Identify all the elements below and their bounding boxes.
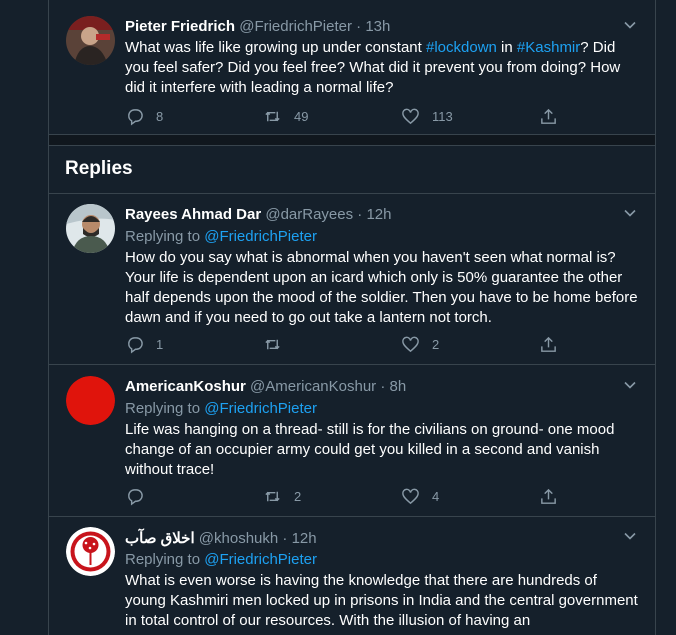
reply-button[interactable] bbox=[125, 487, 156, 506]
reply-tweet[interactable]: اخلاق صآب @khoshukh · 12h Replying to @F… bbox=[49, 517, 655, 635]
like-icon bbox=[402, 108, 419, 125]
tweet-header: Rayees Ahmad Dar @darRayees · 12h bbox=[125, 206, 392, 223]
retweet-count: 49 bbox=[294, 109, 309, 124]
share-icon bbox=[541, 336, 556, 352]
like-button[interactable]: 4 bbox=[401, 487, 439, 506]
tweet-text: Life was hanging on a thread- still is f… bbox=[125, 421, 615, 478]
avatar[interactable] bbox=[66, 376, 115, 425]
author-name[interactable]: Pieter Friedrich bbox=[125, 18, 235, 35]
share-button[interactable] bbox=[539, 335, 570, 354]
like-icon bbox=[402, 336, 419, 353]
share-button[interactable] bbox=[539, 487, 570, 506]
author-name[interactable]: AmericanKoshur bbox=[125, 378, 246, 395]
timestamp[interactable]: 8h bbox=[390, 378, 407, 395]
replying-to: Replying to @FriedrichPieter bbox=[125, 551, 317, 568]
tweet-header: Pieter Friedrich @FriedrichPieter · 13h bbox=[125, 18, 390, 35]
author-handle[interactable]: @darRayees bbox=[265, 206, 353, 223]
replying-to: Replying to @FriedrichPieter bbox=[125, 228, 317, 245]
reply-count: 1 bbox=[156, 337, 164, 352]
section-separator bbox=[49, 135, 655, 146]
separator-dot: · bbox=[282, 530, 288, 547]
reply-tweet[interactable]: Rayees Ahmad Dar @darRayees · 12h Replyi… bbox=[49, 194, 655, 365]
tweet-header: AmericanKoshur @AmericanKoshur · 8h bbox=[125, 378, 406, 395]
timestamp[interactable]: 13h bbox=[365, 18, 390, 35]
retweet-button[interactable] bbox=[263, 335, 294, 354]
replies-heading: Replies bbox=[49, 146, 655, 194]
share-icon bbox=[541, 108, 556, 124]
replying-to-label: Replying to bbox=[125, 228, 201, 245]
separator-dot: · bbox=[380, 378, 386, 395]
timestamp[interactable]: 12h bbox=[292, 530, 317, 547]
reply-button[interactable]: 1 bbox=[125, 335, 163, 354]
reply-icon bbox=[128, 337, 143, 354]
tweet-text: What is even worse is having the knowled… bbox=[125, 572, 638, 629]
reply-tweet[interactable]: AmericanKoshur @AmericanKoshur · 8h Repl… bbox=[49, 365, 655, 517]
author-handle[interactable]: @khoshukh bbox=[199, 530, 278, 547]
hashtag-link[interactable]: #lockdown bbox=[426, 39, 497, 56]
tweet-text-part: What was life like growing up under cons… bbox=[125, 39, 426, 56]
retweet-icon bbox=[265, 111, 280, 122]
replying-to-handle[interactable]: @FriedrichPieter bbox=[204, 400, 317, 417]
retweet-button[interactable]: 49 bbox=[263, 107, 308, 126]
avatar[interactable] bbox=[66, 204, 115, 253]
chevron-down-icon[interactable] bbox=[623, 206, 637, 220]
like-count: 113 bbox=[432, 109, 453, 124]
timeline-column: Pieter Friedrich @FriedrichPieter · 13h … bbox=[48, 0, 656, 635]
timestamp[interactable]: 12h bbox=[366, 206, 391, 223]
like-count: 4 bbox=[432, 489, 440, 504]
reply-count: 8 bbox=[156, 109, 164, 124]
like-count: 2 bbox=[432, 337, 440, 352]
like-button[interactable]: 2 bbox=[401, 335, 439, 354]
avatar[interactable] bbox=[66, 527, 115, 576]
chevron-down-icon[interactable] bbox=[623, 529, 637, 543]
author-name[interactable]: Rayees Ahmad Dar bbox=[125, 206, 261, 223]
retweet-icon bbox=[265, 491, 280, 502]
reply-button[interactable]: 8 bbox=[125, 107, 163, 126]
chevron-down-icon[interactable] bbox=[623, 18, 637, 32]
tweet-text-part: in bbox=[496, 39, 517, 56]
tweet-text: How do you say what is abnormal when you… bbox=[125, 249, 638, 326]
like-button[interactable]: 113 bbox=[401, 107, 453, 126]
avatar[interactable] bbox=[66, 16, 115, 65]
replying-to-label: Replying to bbox=[125, 551, 201, 568]
chevron-down-icon[interactable] bbox=[623, 378, 637, 392]
author-handle[interactable]: @AmericanKoshur bbox=[250, 378, 376, 395]
retweet-button[interactable]: 2 bbox=[263, 487, 301, 506]
tweet-actions: 2 4 bbox=[125, 487, 565, 507]
tweet-actions: 8 49 113 bbox=[125, 107, 565, 127]
tweet-text: What was life like growing up under cons… bbox=[125, 38, 640, 98]
replying-to-handle[interactable]: @FriedrichPieter bbox=[204, 551, 317, 568]
author-handle[interactable]: @FriedrichPieter bbox=[239, 18, 352, 35]
tweet-header: اخلاق صآب @khoshukh · 12h bbox=[125, 529, 317, 547]
original-tweet[interactable]: Pieter Friedrich @FriedrichPieter · 13h … bbox=[49, 0, 655, 135]
separator-dot: · bbox=[357, 206, 363, 223]
share-button[interactable] bbox=[539, 107, 570, 126]
replying-to-handle[interactable]: @FriedrichPieter bbox=[204, 228, 317, 245]
author-name[interactable]: اخلاق صآب bbox=[125, 530, 195, 547]
separator-dot: · bbox=[356, 18, 362, 35]
retweet-icon bbox=[265, 339, 280, 350]
tweet-actions: 1 2 bbox=[125, 335, 565, 355]
hashtag-link[interactable]: #Kashmir bbox=[517, 39, 580, 56]
retweet-count: 2 bbox=[294, 489, 302, 504]
reply-icon bbox=[128, 109, 143, 126]
reply-icon bbox=[128, 489, 143, 506]
replying-to: Replying to @FriedrichPieter bbox=[125, 400, 317, 417]
share-icon bbox=[541, 488, 556, 504]
replying-to-label: Replying to bbox=[125, 400, 201, 417]
like-icon bbox=[402, 488, 419, 505]
